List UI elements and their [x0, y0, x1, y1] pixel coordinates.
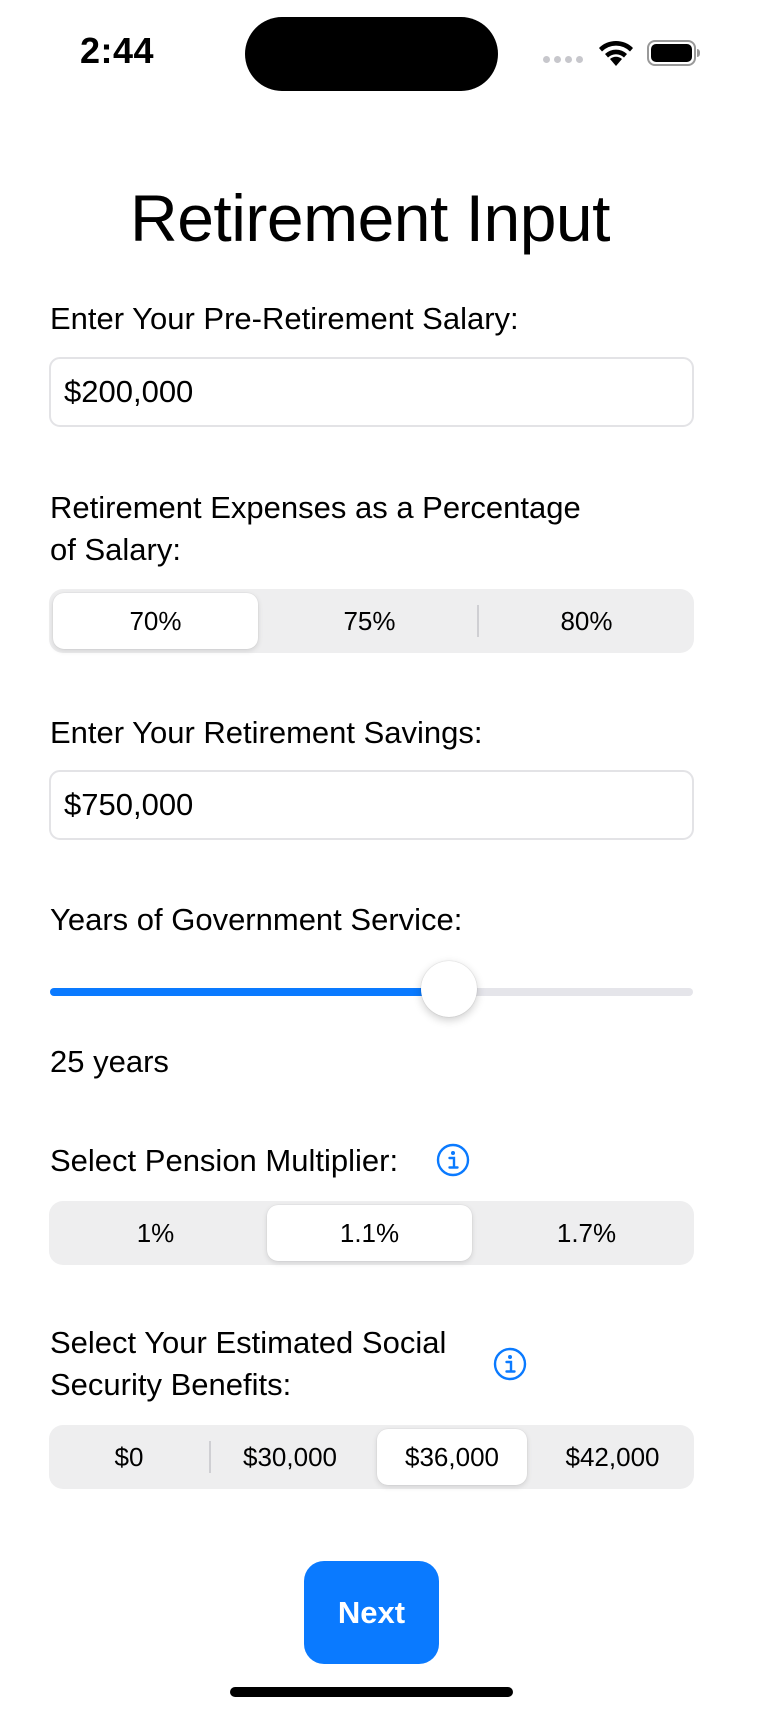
- social-security-option-42000[interactable]: $42,000: [535, 1429, 690, 1485]
- social-security-label-line1: Select Your Estimated Social: [50, 1325, 447, 1360]
- wifi-icon: [599, 40, 633, 66]
- next-button[interactable]: Next: [304, 1561, 439, 1664]
- dynamic-island: [245, 17, 498, 91]
- pension-option-1[interactable]: 1%: [53, 1205, 258, 1261]
- pension-label: Select Pension Multiplier:: [50, 1143, 399, 1178]
- home-indicator: [230, 1687, 513, 1697]
- expenses-label-line2: of Salary:: [50, 532, 181, 567]
- expenses-label-line1: Retirement Expenses as a Percentage: [50, 490, 581, 525]
- expenses-option-80[interactable]: 80%: [483, 593, 690, 649]
- pension-option-1-1[interactable]: 1.1%: [267, 1205, 472, 1261]
- salary-label: Enter Your Pre-Retirement Salary:: [50, 301, 519, 336]
- service-slider-fill: [50, 988, 449, 996]
- social-security-option-30000[interactable]: $30,000: [213, 1429, 367, 1485]
- social-security-option-0[interactable]: $0: [53, 1429, 205, 1485]
- service-value: 25 years: [50, 1044, 169, 1079]
- savings-label: Enter Your Retirement Savings:: [50, 715, 483, 750]
- social-security-option-36000[interactable]: $36,000: [377, 1429, 527, 1485]
- expenses-option-75[interactable]: 75%: [266, 593, 473, 649]
- pension-option-1-7[interactable]: 1.7%: [483, 1205, 690, 1261]
- cellular-signal-icon: [543, 56, 583, 63]
- social-security-label-line2: Security Benefits:: [50, 1367, 292, 1402]
- info-icon[interactable]: [493, 1347, 527, 1381]
- status-bar: 2:44: [0, 0, 768, 110]
- status-time: 2:44: [80, 30, 155, 71]
- expenses-option-70[interactable]: 70%: [53, 593, 258, 649]
- segment-divider: [209, 1441, 211, 1473]
- service-label: Years of Government Service:: [50, 902, 463, 937]
- service-slider-thumb[interactable]: [420, 961, 477, 1017]
- page-title: Retirement Input: [130, 181, 610, 255]
- expenses-segmented-control: 70% 75% 80%: [49, 589, 694, 653]
- segment-divider: [477, 605, 479, 637]
- savings-input[interactable]: [49, 770, 694, 840]
- pension-segmented-control: 1% 1.1% 1.7%: [49, 1201, 694, 1265]
- service-slider-track[interactable]: [50, 988, 693, 996]
- info-icon[interactable]: [436, 1143, 470, 1177]
- battery-icon: [647, 40, 700, 66]
- salary-input[interactable]: [49, 357, 694, 427]
- social-security-segmented-control: $0 $30,000 $36,000 $42,000: [49, 1425, 694, 1489]
